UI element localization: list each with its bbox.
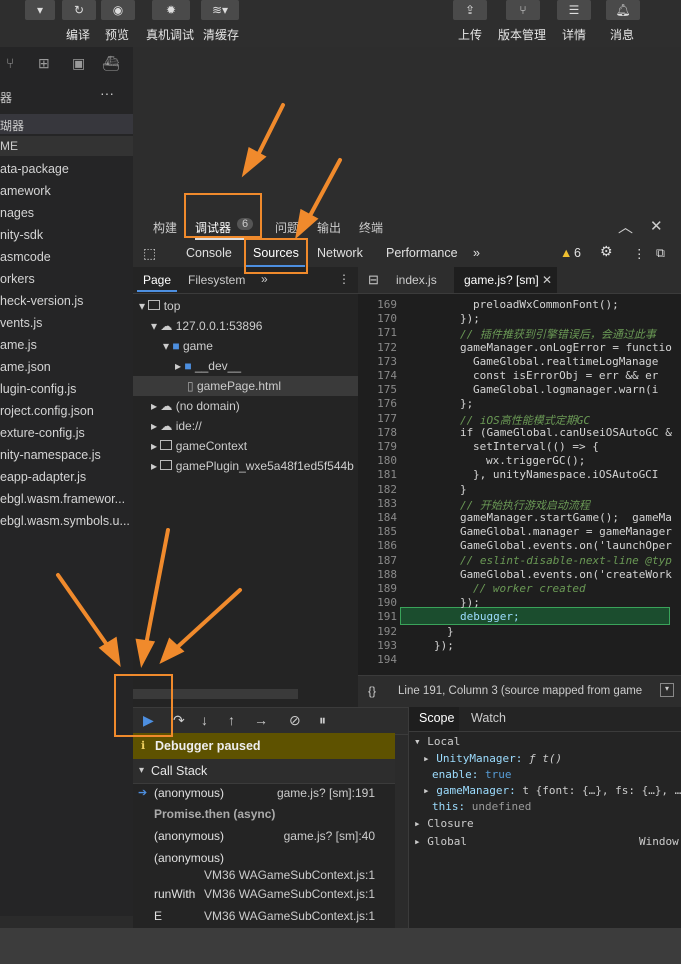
arrow-head-4 (135, 638, 156, 668)
annotation-arrows (56, 103, 342, 668)
arrow-head-1 (241, 146, 267, 178)
